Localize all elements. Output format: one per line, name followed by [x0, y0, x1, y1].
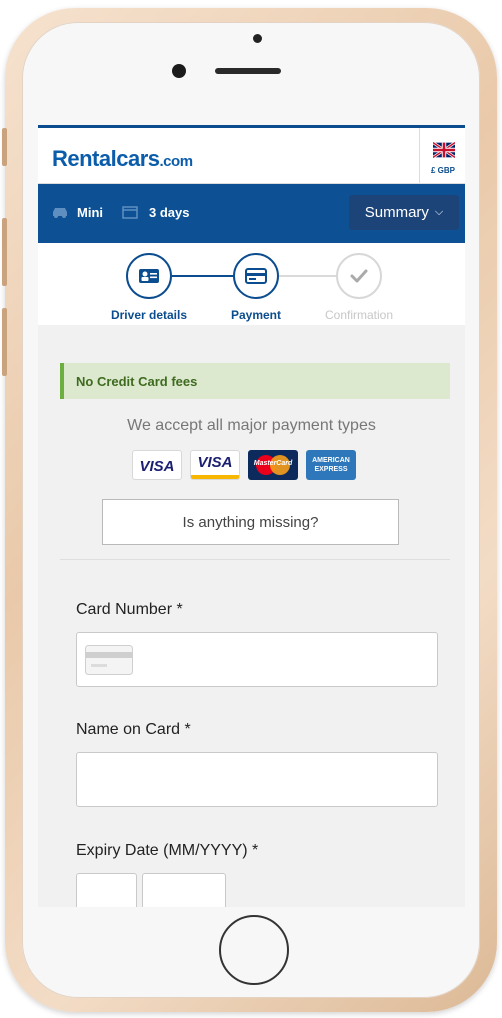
step-label-payment: Payment: [230, 308, 282, 322]
progress-steps: Driver details Payment Confirmation: [38, 243, 465, 325]
check-icon: [350, 269, 368, 283]
expiry-year-input[interactable]: [142, 873, 226, 907]
chevron-down-icon: ⌵: [434, 206, 444, 218]
brand-logo[interactable]: Rentalcars.com: [52, 146, 193, 172]
expiry-date-label: Expiry Date (MM/YYYY) *: [76, 842, 259, 859]
expiry-month-input[interactable]: [76, 873, 137, 907]
step-payment[interactable]: [233, 253, 279, 299]
volume-up-button: [2, 218, 7, 286]
name-on-card-input[interactable]: [76, 752, 438, 807]
logo-suffix: .com: [159, 153, 194, 170]
home-button[interactable]: [219, 915, 289, 985]
top-bar: Rentalcars.com £ GBP: [38, 125, 465, 184]
mastercard-logo: MasterCard: [248, 450, 298, 480]
credit-card-icon: [245, 268, 267, 284]
volume-down-button: [2, 308, 7, 376]
no-fees-text: No Credit Card fees: [76, 374, 198, 389]
step-label-driver-details: Driver details: [110, 308, 188, 322]
card-logos: VISA VISA MasterCard AMERICAN EXPRESS: [132, 450, 356, 480]
front-camera: [172, 64, 186, 78]
visa-logo-text: VISA: [139, 458, 175, 475]
step-driver-details[interactable]: [126, 253, 172, 299]
step-confirmation[interactable]: [336, 253, 382, 299]
section-divider: [60, 559, 450, 560]
currency-selector[interactable]: £ GBP: [419, 128, 465, 184]
id-card-icon: [139, 269, 159, 283]
currency-label: £ GBP: [430, 166, 455, 175]
app-screen: Rentalcars.com £ GBP Mini 3 days Summary: [38, 125, 465, 907]
card-number-label: Card Number *: [76, 601, 183, 618]
car-class: Mini: [77, 205, 103, 220]
amex-logo: AMERICAN EXPRESS: [306, 450, 356, 480]
logo-main: Rentalcars: [52, 146, 160, 171]
summary-button[interactable]: Summary ⌵: [349, 195, 459, 230]
rental-duration: 3 days: [149, 205, 190, 220]
proximity-sensor: [253, 34, 262, 43]
earpiece-speaker: [215, 68, 281, 74]
trip-summary-bar: Mini 3 days Summary ⌵: [38, 184, 465, 243]
mute-switch: [2, 128, 7, 166]
anything-missing-button[interactable]: Is anything missing?: [102, 499, 399, 545]
accepted-payments-text: We accept all major payment types: [127, 417, 376, 434]
summary-label: Summary: [364, 204, 429, 221]
step-label-confirmation: Confirmation: [324, 308, 394, 322]
uk-flag-icon: [433, 142, 455, 158]
mastercard-logo-text: MasterCard: [253, 460, 293, 467]
visa-debit-logo-text: VISA: [197, 454, 233, 471]
car-icon: [53, 208, 67, 218]
no-fees-notice: No Credit Card fees: [60, 363, 450, 399]
card-number-input[interactable]: [76, 632, 438, 687]
step-connector-2: [279, 275, 337, 277]
credit-card-icon: [85, 645, 133, 675]
visa-logo: VISA: [132, 450, 182, 480]
step-connector-1: [172, 275, 234, 277]
visa-debit-logo: VISA: [190, 450, 240, 480]
calendar-icon: [122, 206, 138, 219]
amex-logo-text: AMERICAN EXPRESS: [312, 457, 350, 473]
name-on-card-label: Name on Card *: [76, 721, 191, 738]
